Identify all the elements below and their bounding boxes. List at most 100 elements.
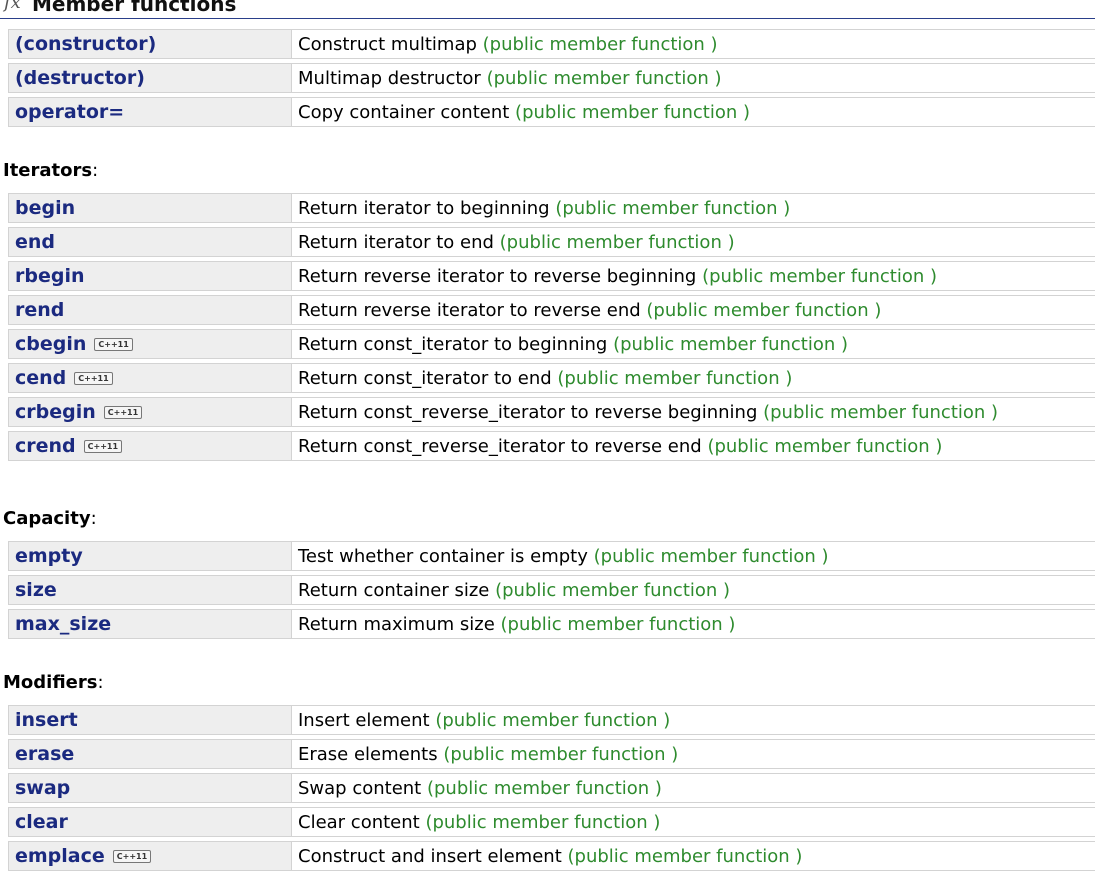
- member-description: Return reverse iterator to reverse end: [298, 299, 641, 321]
- member-kind-link[interactable]: (public member function ): [435, 710, 670, 731]
- member-kind-link[interactable]: (public member function ): [425, 812, 660, 833]
- member-link-empty[interactable]: empty: [15, 545, 83, 567]
- member-description-cell: Copy container content (public member fu…: [292, 97, 1095, 127]
- table-row: operator= Copy container content (public …: [8, 97, 1095, 127]
- member-description-cell: Construct multimap (public member functi…: [292, 29, 1095, 59]
- member-link-emplace[interactable]: emplace: [15, 845, 105, 867]
- member-name-cell: max_size: [8, 609, 292, 639]
- member-kind-link[interactable]: (public member function ): [515, 102, 750, 123]
- member-description-cell: Return const_iterator to end (public mem…: [292, 363, 1095, 393]
- member-kind-link[interactable]: (public member function ): [557, 368, 792, 389]
- member-kind-link[interactable]: (public member function ): [702, 266, 937, 287]
- member-description: Erase elements: [298, 743, 438, 765]
- member-name-cell: operator=: [8, 97, 292, 127]
- member-description-cell: Erase elements (public member function ): [292, 739, 1095, 769]
- section-label-text: Capacity: [3, 508, 91, 529]
- member-description-cell: Return reverse iterator to reverse end (…: [292, 295, 1095, 325]
- member-description: Construct multimap: [298, 33, 477, 55]
- member-kind-link[interactable]: (public member function ): [594, 546, 829, 567]
- member-link-rend[interactable]: rend: [15, 299, 64, 321]
- member-description-cell: Multimap destructor (public member funct…: [292, 63, 1095, 93]
- member-table: empty Test whether container is empty (pu…: [8, 537, 1095, 643]
- member-table: (constructor) Construct multimap (public …: [8, 25, 1095, 131]
- member-link-operator=[interactable]: operator=: [15, 101, 124, 123]
- member-kind-link[interactable]: (public member function ): [487, 68, 722, 89]
- member-kind-link[interactable]: (public member function ): [443, 744, 678, 765]
- member-description-cell: Swap content (public member function ): [292, 773, 1095, 803]
- member-link-swap[interactable]: swap: [15, 777, 70, 799]
- member-link-cbegin[interactable]: cbegin: [15, 333, 86, 355]
- member-name-cell: cend C++11: [8, 363, 292, 393]
- table-row: (constructor) Construct multimap (public …: [8, 29, 1095, 59]
- table-row: erase Erase elements (public member funct…: [8, 739, 1095, 769]
- section-label-text: Modifiers: [3, 672, 98, 693]
- table-row: crend C++11 Return const_reverse_iterator …: [8, 431, 1095, 461]
- table-row: rend Return reverse iterator to reverse e…: [8, 295, 1095, 325]
- member-name-cell: cbegin C++11: [8, 329, 292, 359]
- table-row: emplace C++11 Construct and insert element…: [8, 841, 1095, 871]
- member-kind-link[interactable]: (public member function ): [555, 198, 790, 219]
- member-link-clear[interactable]: clear: [15, 811, 68, 833]
- member-description: Return const_iterator to end: [298, 367, 552, 389]
- member-description-cell: Return iterator to end (public member fu…: [292, 227, 1095, 257]
- member-description: Construct and insert element: [298, 845, 562, 867]
- member-kind-link[interactable]: (public member function ): [427, 778, 662, 799]
- member-link-size[interactable]: size: [15, 579, 57, 601]
- member-kind-link[interactable]: (public member function ): [483, 34, 718, 55]
- member-link-erase[interactable]: erase: [15, 743, 74, 765]
- member-kind-link[interactable]: (public member function ): [613, 334, 848, 355]
- section-label-iterators: Iterators:: [3, 160, 98, 181]
- table-row: (destructor) Multimap destructor (public …: [8, 63, 1095, 93]
- member-kind-link[interactable]: (public member function ): [707, 436, 942, 457]
- function-icon: fx: [4, 0, 21, 13]
- member-kind-link[interactable]: (public member function ): [495, 580, 730, 601]
- member-description-cell: Return const_iterator to beginning (publ…: [292, 329, 1095, 359]
- member-name-cell: crbegin C++11: [8, 397, 292, 427]
- member-link-destructor[interactable]: (destructor): [15, 67, 145, 89]
- member-link-cend[interactable]: cend: [15, 367, 66, 389]
- table-row: cend C++11 Return const_iterator to end (p…: [8, 363, 1095, 393]
- member-name-cell: rbegin: [8, 261, 292, 291]
- member-table: begin Return iterator to beginning (publi…: [8, 189, 1095, 465]
- member-kind-link[interactable]: (public member function ): [501, 614, 736, 635]
- member-kind-link[interactable]: (public member function ): [763, 402, 998, 423]
- section-label-modifiers: Modifiers:: [3, 672, 104, 693]
- member-link-constructor[interactable]: (constructor): [15, 33, 156, 55]
- member-description: Return container size: [298, 579, 490, 601]
- member-name-cell: clear: [8, 807, 292, 837]
- member-description: Return const_iterator to beginning: [298, 333, 608, 355]
- member-kind-link[interactable]: (public member function ): [568, 846, 803, 867]
- table-row: cbegin C++11 Return const_iterator to begi…: [8, 329, 1095, 359]
- member-link-crend[interactable]: crend: [15, 435, 76, 457]
- section-label-colon: :: [92, 160, 99, 181]
- member-link-rbegin[interactable]: rbegin: [15, 265, 85, 287]
- member-description: Copy container content: [298, 101, 510, 123]
- table-row: crbegin C++11 Return const_reverse_iterato…: [8, 397, 1095, 427]
- member-description-cell: Return iterator to beginning (public mem…: [292, 193, 1095, 223]
- member-link-crbegin[interactable]: crbegin: [15, 401, 96, 423]
- member-name-cell: (destructor): [8, 63, 292, 93]
- member-description-cell: Construct and insert element (public mem…: [292, 841, 1095, 871]
- member-link-end[interactable]: end: [15, 231, 55, 253]
- member-link-insert[interactable]: insert: [15, 709, 78, 731]
- member-name-cell: begin: [8, 193, 292, 223]
- table-row: max_size Return maximum size (public memb…: [8, 609, 1095, 639]
- member-kind-link[interactable]: (public member function ): [500, 232, 735, 253]
- member-name-cell: rend: [8, 295, 292, 325]
- table-row: insert Insert element (public member func…: [8, 705, 1095, 735]
- member-name-cell: erase: [8, 739, 292, 769]
- member-link-max_size[interactable]: max_size: [15, 613, 111, 635]
- table-row: size Return container size (public member…: [8, 575, 1095, 605]
- member-description-cell: Return const_reverse_iterator to reverse…: [292, 431, 1095, 461]
- section-label-text: Iterators: [3, 160, 93, 181]
- member-table: insert Insert element (public member func…: [8, 701, 1095, 875]
- member-name-cell: emplace C++11: [8, 841, 292, 871]
- member-name-cell: end: [8, 227, 292, 257]
- member-description: Return iterator to end: [298, 231, 494, 253]
- section-header: fx Member functions: [0, 0, 1095, 19]
- member-description: Return maximum size: [298, 613, 495, 635]
- cpp11-badge-icon: C++11: [74, 372, 113, 385]
- table-row: empty Test whether container is empty (pu…: [8, 541, 1095, 571]
- member-kind-link[interactable]: (public member function ): [646, 300, 881, 321]
- member-link-begin[interactable]: begin: [15, 197, 75, 219]
